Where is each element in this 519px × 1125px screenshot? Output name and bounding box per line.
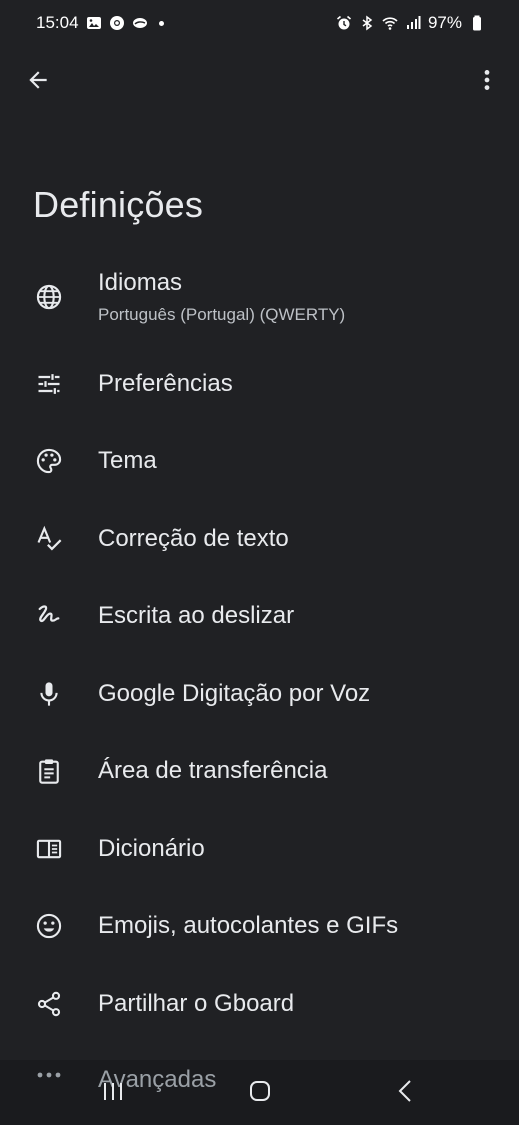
cloud-notification-icon <box>132 15 148 31</box>
settings-item-text: Correção de texto <box>98 525 499 553</box>
status-time: 15:04 <box>36 13 79 32</box>
more-horiz-icon <box>36 1068 62 1082</box>
signal-icon <box>405 15 421 31</box>
chevron-left-icon <box>398 1080 411 1102</box>
status-bar: 15:04 97% <box>0 0 519 46</box>
status-right: 97% <box>336 13 485 33</box>
gesture-icon <box>34 601 64 631</box>
home-icon <box>250 1081 270 1101</box>
status-left: 15:04 <box>36 13 164 33</box>
settings-item-voice-typing[interactable]: Google Digitação por Voz <box>0 655 519 733</box>
alarm-icon <box>336 15 352 31</box>
share-icon <box>34 989 64 1019</box>
settings-item-text: Escrita ao deslizar <box>98 602 499 630</box>
settings-item-theme[interactable]: Tema <box>0 423 519 501</box>
clipboard-icon <box>34 756 64 786</box>
settings-item-label: Correção de texto <box>98 524 289 552</box>
settings-item-text: Preferências <box>98 370 499 398</box>
settings-item-text: Tema <box>98 447 499 475</box>
settings-item-label: Google Digitação por Voz <box>98 679 371 707</box>
back-button[interactable] <box>18 60 58 100</box>
settings-item-label: Preferências <box>98 369 233 397</box>
settings-item-label: Emojis, autocolantes e GIFs <box>98 912 399 940</box>
home-button[interactable] <box>243 1074 277 1108</box>
globe-icon <box>34 282 64 312</box>
settings-item-text-correction[interactable]: Correção de texto <box>0 500 519 578</box>
settings-item-languages[interactable]: Idiomas Português (Portugal) (QWERTY) <box>0 248 519 345</box>
nav-back-button[interactable] <box>389 1074 423 1108</box>
settings-item-text: Idiomas Português (Portugal) (QWERTY) <box>98 269 499 325</box>
settings-list: Idiomas Português (Portugal) (QWERTY) Pr… <box>0 248 519 1043</box>
tune-icon <box>34 369 64 399</box>
settings-item-emojis[interactable]: Emojis, autocolantes e GIFs <box>0 888 519 966</box>
recents-icon <box>104 1083 122 1100</box>
settings-item-label: Escrita ao deslizar <box>98 602 295 630</box>
more-options-button[interactable] <box>467 60 507 100</box>
chrome-notification-icon <box>109 15 125 31</box>
mic-icon <box>34 679 64 709</box>
emoji-icon <box>34 911 64 941</box>
wifi-icon <box>382 15 398 31</box>
book-icon <box>34 834 64 864</box>
more-notifications-dot <box>158 20 164 26</box>
settings-item-dictionary[interactable]: Dicionário <box>0 810 519 888</box>
settings-item-preferences[interactable]: Preferências <box>0 345 519 423</box>
settings-item-clipboard[interactable]: Área de transferência <box>0 733 519 811</box>
battery-icon <box>469 15 485 31</box>
app-bar <box>0 52 519 108</box>
bluetooth-icon <box>359 15 375 31</box>
settings-item-glide-typing[interactable]: Escrita ao deslizar <box>0 578 519 656</box>
settings-item-label: Tema <box>98 447 157 475</box>
settings-item-label: Dicionário <box>98 834 205 862</box>
settings-item-sublabel: Português (Portugal) (QWERTY) <box>98 304 346 324</box>
spellcheck-icon <box>34 524 64 554</box>
page-title: Definições <box>33 184 204 225</box>
arrow-back-icon <box>29 71 47 89</box>
settings-item-text: Emojis, autocolantes e GIFs <box>98 912 499 940</box>
settings-item-text: Área de transferência <box>98 757 499 785</box>
settings-item-share[interactable]: Partilhar o Gboard <box>0 965 519 1043</box>
settings-item-label: Idiomas <box>98 268 183 296</box>
more-vert-icon <box>484 70 490 90</box>
settings-item-label: Área de transferência <box>98 757 328 785</box>
battery-percent: 97% <box>427 13 462 32</box>
settings-item-text: Dicionário <box>98 835 499 863</box>
settings-item-text: Google Digitação por Voz <box>98 680 499 708</box>
recents-button[interactable] <box>96 1074 130 1108</box>
settings-item-text: Partilhar o Gboard <box>98 990 499 1018</box>
palette-icon <box>34 446 64 476</box>
settings-item-label: Partilhar o Gboard <box>98 989 295 1017</box>
gallery-notification-icon <box>86 15 102 31</box>
